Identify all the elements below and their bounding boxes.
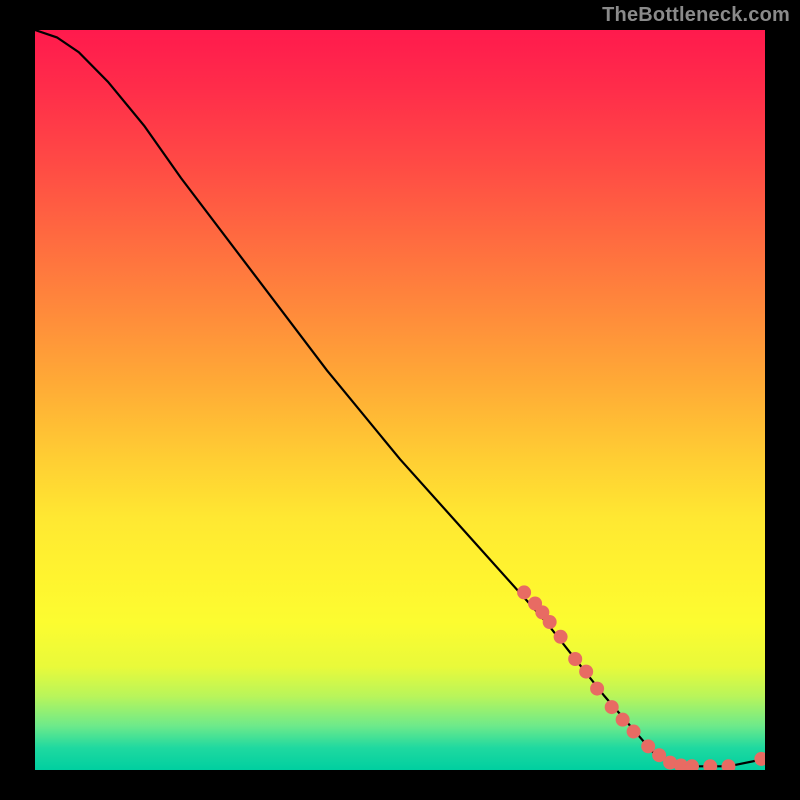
chart-data-marker (568, 652, 582, 666)
chart-data-marker (517, 585, 531, 599)
chart-data-markers (517, 585, 765, 770)
chart-data-marker (590, 682, 604, 696)
chart-plot-area (35, 30, 765, 770)
chart-data-marker (616, 713, 630, 727)
chart-data-marker (627, 725, 641, 739)
chart-data-marker (754, 752, 765, 766)
chart-data-marker (722, 759, 736, 770)
chart-svg (35, 30, 765, 770)
chart-data-marker (543, 615, 557, 629)
chart-data-marker (703, 759, 717, 770)
chart-data-marker (685, 759, 699, 770)
attribution-text: TheBottleneck.com (602, 4, 790, 27)
chart-data-marker (554, 630, 568, 644)
chart-data-marker (641, 739, 655, 753)
chart-curve (35, 30, 765, 766)
chart-data-marker (605, 700, 619, 714)
chart-data-marker (579, 665, 593, 679)
